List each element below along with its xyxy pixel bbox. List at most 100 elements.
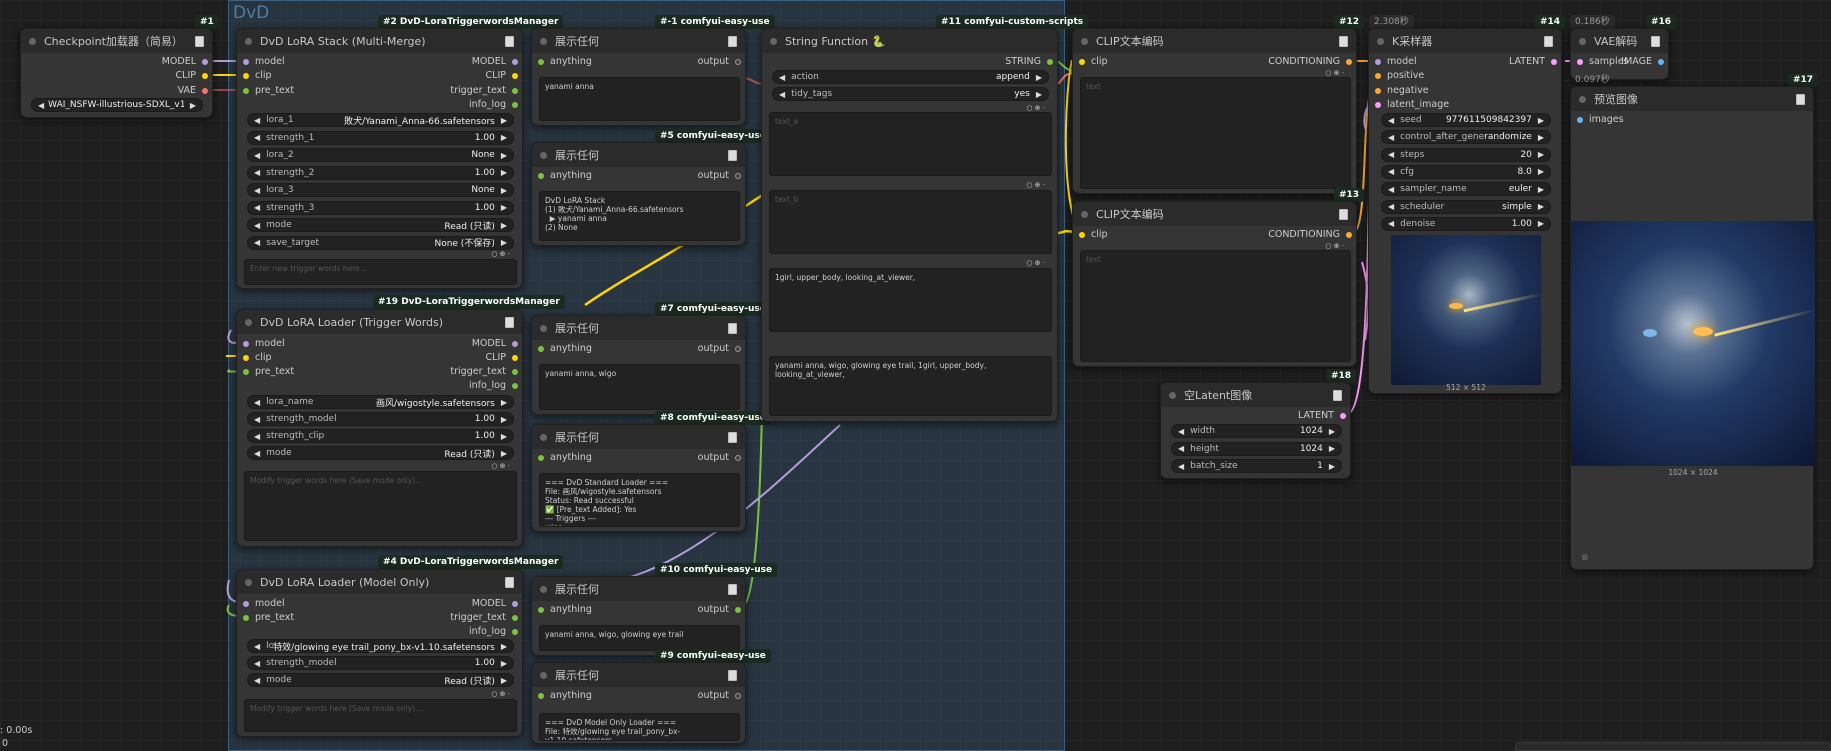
widget-mode[interactable]: ◀ mode Read (只读) ▶ <box>247 673 514 687</box>
socket[interactable] <box>512 354 518 361</box>
lora-loader-trigger-node[interactable]: DvD LoRA Loader (Trigger Words) model cl… <box>236 309 523 547</box>
input-anything[interactable]: anything <box>538 170 592 181</box>
node-header[interactable]: 空Latent图像 <box>1161 383 1350 407</box>
input-pre-text[interactable]: pre_text <box>243 85 294 96</box>
left-arrow-icon[interactable]: ◀ <box>1178 444 1184 453</box>
ckpt-name-combo[interactable]: ◀ WAI_NSFW-illustrious-SDXL_v1 ... ▶ <box>31 98 203 112</box>
doc-icon[interactable] <box>1651 35 1660 47</box>
show-any-node-8[interactable]: 展示任何 anything output === DvD Standard Lo… <box>531 424 746 532</box>
socket[interactable] <box>1375 58 1381 65</box>
widget-mode[interactable]: ◀ mode Read (只读) ▶ <box>247 218 514 232</box>
socket[interactable] <box>735 58 741 65</box>
node-header[interactable]: 预览图像 <box>1571 87 1813 111</box>
right-arrow-icon[interactable]: ▶ <box>1538 150 1544 159</box>
lora-stack-node[interactable]: DvD LoRA Stack (Multi-Merge) model clip … <box>236 28 523 289</box>
right-arrow-icon[interactable]: ▶ <box>190 101 196 110</box>
checkpoint-loader-node[interactable]: Checkpoint加载器（简易） MODEL CLIP VAE ◀ WAI_NS… <box>20 28 213 118</box>
trigger-words-input[interactable]: Enter new trigger words here... <box>244 259 517 285</box>
left-arrow-icon[interactable]: ◀ <box>254 133 260 142</box>
show-any-node-10[interactable]: 展示任何 anything output yanami anna, wigo, … <box>531 576 746 656</box>
output[interactable]: output <box>698 170 741 181</box>
collapse-dot[interactable] <box>1081 210 1088 218</box>
output-model[interactable]: MODEL <box>472 598 518 609</box>
socket[interactable] <box>1375 101 1381 108</box>
collapse-dot[interactable] <box>1081 37 1088 45</box>
widget-cfg[interactable]: ◀ cfg 8.0 ▶ <box>1381 164 1551 179</box>
left-arrow-icon[interactable]: ◀ <box>254 116 260 125</box>
socket[interactable] <box>1577 116 1583 123</box>
node-tools[interactable]: ○ ⊕ ⋅ <box>1026 181 1045 189</box>
socket[interactable] <box>512 58 518 65</box>
input-clip[interactable]: clip <box>243 352 272 363</box>
widget-control-after-generate[interactable]: ◀ control_after_generaterandomize ▶ <box>1381 130 1551 145</box>
input-images[interactable]: images <box>1577 114 1624 125</box>
socket[interactable] <box>735 606 741 613</box>
empty-latent-node[interactable]: 空Latent图像 LATENT ◀ width 1024 ▶ ◀ height 1024 ▶… <box>1160 382 1351 479</box>
widget-width[interactable]: ◀ width 1024 ▶ <box>1171 424 1342 438</box>
right-arrow-icon[interactable]: ▶ <box>1538 133 1544 142</box>
node-header[interactable]: VAE解码 <box>1571 29 1668 53</box>
k-sampler-node[interactable]: K采样器 model positive negative latent_imag… <box>1368 28 1562 394</box>
right-arrow-icon[interactable]: ▶ <box>1036 90 1042 99</box>
collapse-dot[interactable] <box>245 37 252 45</box>
socket[interactable] <box>512 101 518 108</box>
left-arrow-icon[interactable]: ◀ <box>1388 167 1394 176</box>
right-arrow-icon[interactable]: ▶ <box>501 238 507 247</box>
right-arrow-icon[interactable]: ▶ <box>501 168 507 177</box>
widget-strength-model[interactable]: ◀ strength_model 1.00 ▶ <box>247 412 514 426</box>
right-arrow-icon[interactable]: ▶ <box>501 659 507 668</box>
socket[interactable] <box>735 454 741 461</box>
string-function-node[interactable]: String Function 🐍 STRING ◀ action append ▶ … <box>761 28 1058 422</box>
input-model[interactable]: model <box>243 56 285 67</box>
left-arrow-icon[interactable]: ◀ <box>1388 219 1394 228</box>
widget-strength-2[interactable]: ◀ strength_2 1.00 ▶ <box>247 165 514 180</box>
left-arrow-icon[interactable]: ◀ <box>254 642 260 651</box>
node-header[interactable]: Checkpoint加载器（简易） <box>21 29 212 53</box>
node-header[interactable]: 展示任何 <box>532 316 745 340</box>
right-arrow-icon[interactable]: ▶ <box>501 415 507 424</box>
socket[interactable] <box>202 58 208 65</box>
widget-strength-model[interactable]: ◀ strength_model 1.00 ▶ <box>247 656 514 670</box>
socket[interactable] <box>1577 58 1583 65</box>
socket[interactable] <box>512 382 518 389</box>
widget-strength-3[interactable]: ◀ strength_3 1.00 ▶ <box>247 200 514 215</box>
output-info-log[interactable]: info_log <box>469 380 518 391</box>
right-arrow-icon[interactable]: ▶ <box>1329 427 1335 436</box>
left-arrow-icon[interactable]: ◀ <box>254 151 260 160</box>
widget-lora-name[interactable]: ◀ lora_name 画风/wigostyle.safetensors ▶ <box>247 395 514 409</box>
text-input[interactable]: text <box>1080 77 1351 189</box>
output[interactable]: output <box>698 690 741 701</box>
action-combo[interactable]: ◀ action append ▶ <box>772 70 1049 84</box>
input-negative[interactable]: negative <box>1375 85 1429 96</box>
output[interactable]: output <box>698 604 741 615</box>
preview-image[interactable] <box>1571 221 1815 466</box>
output-model[interactable]: MODEL <box>472 338 518 349</box>
output[interactable]: output <box>698 452 741 463</box>
socket[interactable] <box>202 87 208 94</box>
socket[interactable] <box>512 72 518 79</box>
socket[interactable] <box>538 172 544 179</box>
doc-icon[interactable] <box>1796 93 1805 105</box>
widget-batch-size[interactable]: ◀ batch_size 1 ▶ <box>1171 459 1342 473</box>
collapse-dot[interactable] <box>1169 391 1176 399</box>
widget-save-target[interactable]: ◀ save_target None (不保存) ▶ <box>247 235 514 250</box>
left-arrow-icon[interactable]: ◀ <box>254 238 260 247</box>
socket[interactable] <box>243 58 249 65</box>
doc-icon[interactable] <box>1339 208 1348 220</box>
collapse-dot[interactable] <box>1579 95 1586 103</box>
right-arrow-icon[interactable]: ▶ <box>501 221 507 230</box>
text-c-input[interactable]: 1girl, upper_body, looking_at_viewer, <box>769 268 1052 332</box>
node-header[interactable]: DvD LoRA Stack (Multi-Merge) <box>237 29 522 53</box>
right-arrow-icon[interactable]: ▶ <box>501 642 507 651</box>
socket[interactable] <box>735 345 741 352</box>
output-latent[interactable]: LATENT <box>1298 410 1346 421</box>
doc-icon[interactable] <box>728 669 737 681</box>
socket[interactable] <box>512 628 518 635</box>
node-header[interactable]: 展示任何 <box>532 425 745 449</box>
collapse-dot[interactable] <box>540 324 547 332</box>
doc-icon[interactable] <box>728 35 737 47</box>
output-model[interactable]: MODEL <box>162 56 208 67</box>
doc-icon[interactable] <box>1544 35 1553 47</box>
show-any-node-9[interactable]: 展示任何 anything output === DvD Model Only … <box>531 662 746 744</box>
node-header[interactable]: DvD LoRA Loader (Model Only) <box>237 570 522 594</box>
